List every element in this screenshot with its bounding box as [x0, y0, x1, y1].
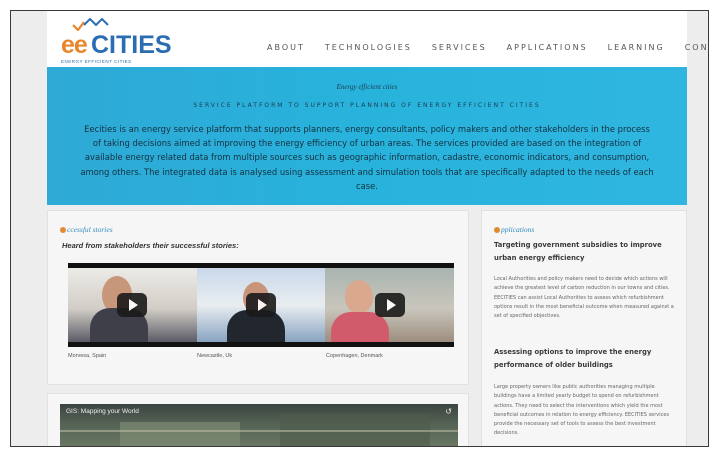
application-body-1: Local Authorities and policy makers need…	[494, 276, 674, 320]
stories-title-text: ccessful stories	[67, 225, 113, 234]
successful-stories-card: ccessful stories Heard from stakeholders…	[47, 210, 469, 385]
caption-copenhagen: Copenhagen, Denmark	[326, 353, 383, 359]
hero-banner: Energy efficient cities SERVICE PLATFORM…	[47, 67, 687, 205]
hero-subtitle: SERVICE PLATFORM TO SUPPORT PLANNING OF …	[193, 102, 541, 109]
video-thumb-morvesa[interactable]	[68, 268, 197, 342]
video-strip	[68, 263, 455, 347]
application-heading-2[interactable]: Assessing options to improve the energy …	[494, 346, 676, 371]
play-icon[interactable]	[246, 293, 276, 317]
application-heading-1[interactable]: Targeting government subsidies to improv…	[494, 239, 676, 264]
stories-icon	[60, 227, 66, 234]
main-nav: ABOUT TECHNOLOGIES SERVICES APPLICATIONS…	[267, 43, 708, 52]
nav-technologies[interactable]: TECHNOLOGIES	[325, 43, 412, 52]
hero-kicker: Energy efficient cities	[336, 83, 398, 91]
nav-about[interactable]: ABOUT	[267, 43, 305, 52]
logo-ee: ee	[61, 31, 88, 59]
play-icon[interactable]	[374, 293, 405, 317]
browser-frame: ee CITIES ENERGY EFFICIENT CITIES ABOUT …	[10, 10, 709, 447]
applications-title: pplications	[494, 225, 534, 234]
play-icon[interactable]	[117, 293, 148, 317]
caption-morvesa: Morvesa, Spain	[68, 353, 107, 359]
nav-learning[interactable]: LEARNING	[608, 43, 665, 52]
caption-newcastle: Newcastle, Uk	[197, 353, 233, 359]
logo-mark-icon	[72, 17, 109, 31]
stories-quote: Heard from stakeholders their successful…	[62, 241, 239, 250]
applications-icon	[494, 227, 500, 234]
logo[interactable]: ee CITIES ENERGY EFFICIENT CITIES	[61, 17, 172, 65]
applications-title-text: pplications	[501, 225, 535, 234]
nav-services[interactable]: SERVICES	[432, 43, 487, 52]
logo-cities: CITIES	[91, 31, 172, 59]
share-icon[interactable]: ↺	[445, 407, 452, 416]
video-player[interactable]: GIS: Mapping your World ↺	[60, 404, 458, 446]
stories-title: ccessful stories	[60, 225, 113, 234]
video-embed-card: GIS: Mapping your World ↺	[47, 393, 469, 446]
hero-description: Eecities is an energy service platform t…	[80, 124, 654, 191]
site-header: ee CITIES ENERGY EFFICIENT CITIES ABOUT …	[47, 11, 708, 69]
video-thumb-newcastle[interactable]	[196, 268, 326, 342]
nav-applications[interactable]: APPLICATIONS	[507, 43, 588, 52]
video-thumb-copenhagen[interactable]	[325, 268, 455, 342]
application-body-2: Large property owners like public author…	[494, 384, 670, 437]
nav-contact[interactable]: CONTACT	[685, 43, 708, 52]
video-title: GIS: Mapping your World	[66, 408, 139, 415]
logo-tagline: ENERGY EFFICIENT CITIES	[61, 59, 132, 64]
applications-card: pplications Targeting government subsidi…	[481, 210, 687, 446]
